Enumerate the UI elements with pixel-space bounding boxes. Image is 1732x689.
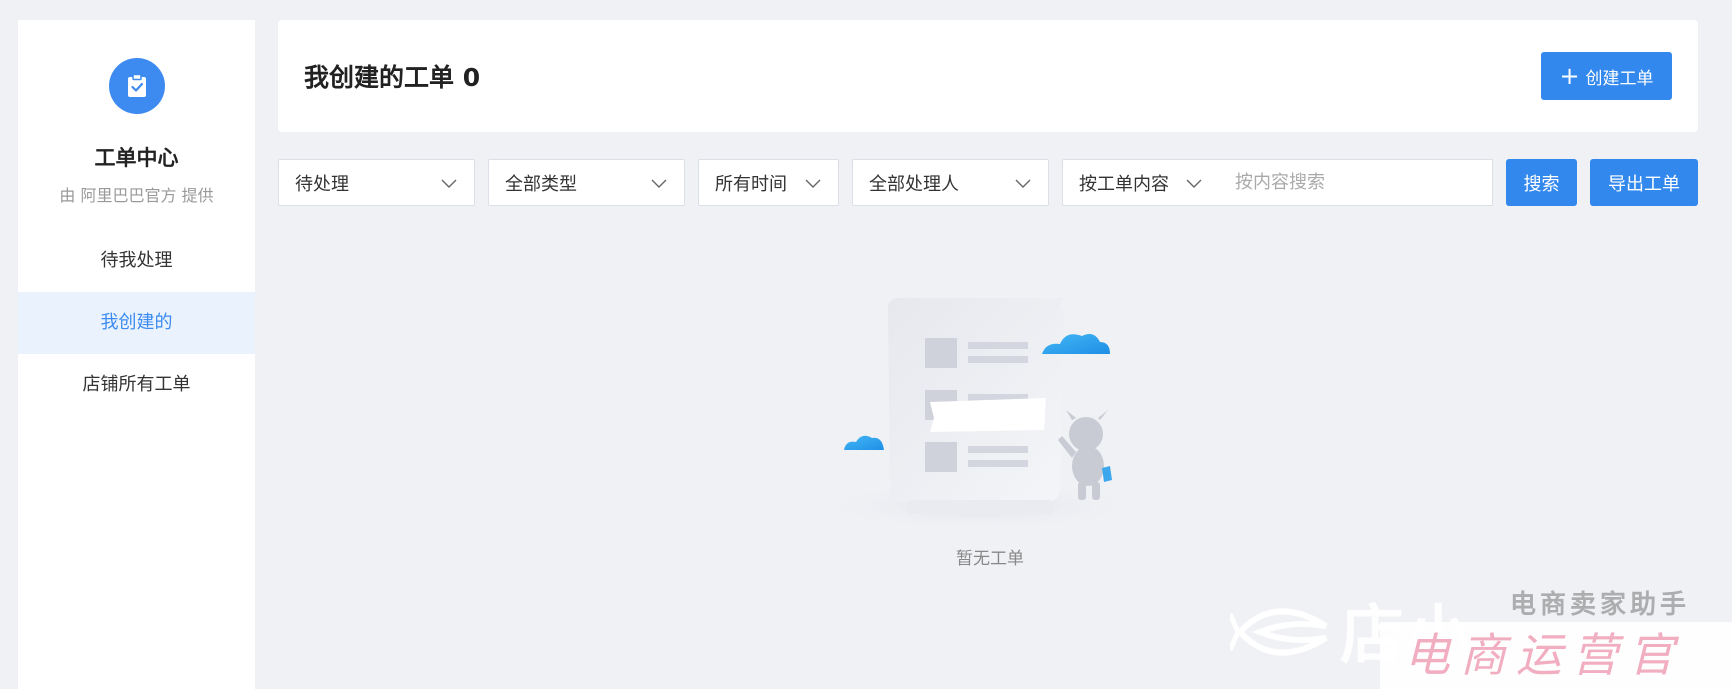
type-select-value: 全部类型 [505, 173, 577, 195]
watermark: 店小 电商卖家助手 电商运营官 [1230, 578, 1732, 689]
export-tickets-button[interactable]: 导出工单 [1590, 159, 1698, 206]
clipboard-check-icon [109, 58, 165, 114]
status-select[interactable]: 待处理 [278, 159, 475, 206]
watermark-brand: 店小 [1340, 599, 1472, 673]
chevron-down-icon [805, 179, 821, 188]
chevron-down-icon [441, 179, 457, 188]
fish-logo-icon [1230, 608, 1328, 656]
type-select[interactable]: 全部类型 [488, 159, 685, 206]
sidebar-item-pending[interactable]: 待我处理 [18, 230, 255, 292]
search-button[interactable]: 搜索 [1506, 159, 1577, 206]
chevron-down-icon [1186, 179, 1202, 188]
empty-state-illustration [820, 298, 1140, 530]
handler-select-value: 全部处理人 [869, 173, 959, 195]
chevron-down-icon [1015, 179, 1031, 188]
search-field-select-value: 按工单内容 [1079, 173, 1169, 195]
app-title: 工单中心 [94, 146, 179, 170]
handler-select[interactable]: 全部处理人 [852, 159, 1049, 206]
search-field-select[interactable]: 按工单内容 [1062, 159, 1220, 206]
sidebar-item-created-by-me[interactable]: 我创建的 [18, 292, 255, 354]
header-card: 我创建的工单 0 + 创建工单 [278, 20, 1698, 132]
time-select[interactable]: 所有时间 [698, 159, 839, 206]
plus-icon: + [1559, 62, 1580, 90]
watermark-top-text: 电商卖家助手 [1510, 590, 1691, 620]
sidebar-nav: 待我处理 我创建的 店铺所有工单 [18, 230, 255, 416]
create-ticket-button[interactable]: + 创建工单 [1541, 52, 1672, 100]
app-provider: 由 阿里巴巴官方 提供 [59, 186, 214, 205]
empty-state-text: 暂无工单 [956, 549, 1024, 569]
status-select-value: 待处理 [295, 173, 349, 195]
sidebar: 工单中心 由 阿里巴巴官方 提供 待我处理 我创建的 店铺所有工单 [18, 20, 255, 689]
watermark-bottom-text: 电商运营官 [1380, 622, 1732, 689]
chevron-down-icon [651, 179, 667, 188]
time-select-value: 所有时间 [715, 173, 787, 195]
search-input[interactable] [1219, 159, 1493, 206]
sidebar-item-all-store-tickets[interactable]: 店铺所有工单 [18, 354, 255, 416]
page-title: 我创建的工单 0 [304, 63, 481, 92]
create-ticket-label: 创建工单 [1585, 68, 1654, 89]
